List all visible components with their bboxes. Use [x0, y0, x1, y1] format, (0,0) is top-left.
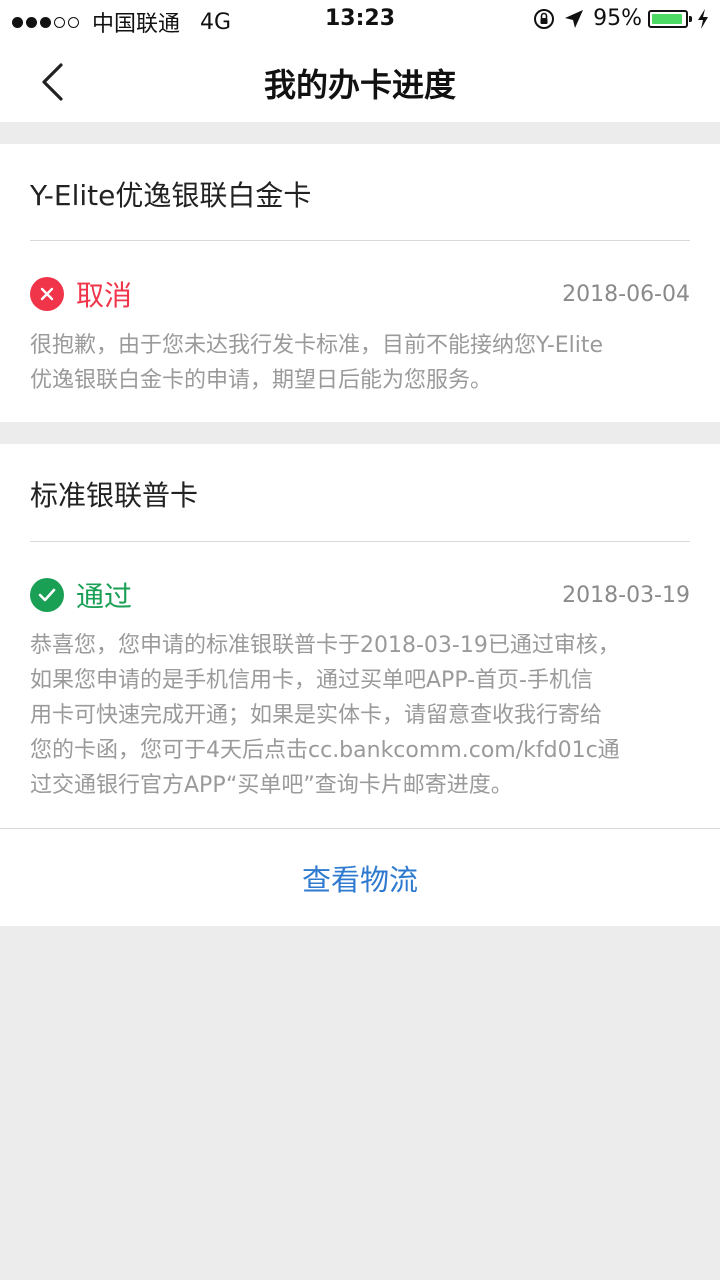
status-label: 取消: [76, 279, 133, 312]
status-bar: 中国联通 4G 13:23 95%: [0, 0, 720, 40]
orientation-lock-icon: [534, 8, 555, 29]
divider: [30, 541, 690, 542]
battery-fill: [652, 13, 683, 24]
charging-bolt-icon: [698, 8, 708, 29]
battery-percent: 95%: [593, 6, 642, 31]
card-name: Y-Elite优逸银联白金卡: [30, 179, 312, 212]
location-arrow-icon: [565, 9, 584, 28]
status-label: 通过: [76, 580, 133, 613]
description-line: 很抱歉，由于您未达我行发卡标准，目前不能接纳您Y-Elite: [30, 333, 604, 358]
description-line: 用卡可快速完成开通；如果是实体卡，请留意查收我行寄给: [30, 703, 603, 728]
description-line: 过交通银行官方APP“买单吧”查询卡片邮寄进度。: [30, 773, 513, 798]
status-bar-right: 95%: [525, 6, 710, 31]
battery-icon: [648, 9, 692, 28]
navigation-bar: 我的办卡进度: [0, 40, 720, 122]
check-circle-icon: [30, 578, 64, 612]
application-card-platinum: Y-Elite优逸银联白金卡 取消 2018-06-04 很抱歉，由于您未达我行…: [0, 144, 720, 422]
close-circle-icon: [30, 277, 64, 311]
page-title: 我的办卡进度: [263, 66, 456, 104]
card-name: 标准银联普卡: [30, 479, 199, 512]
status-description: 恭喜您，您申请的标准银联普卡于2018-03-19已通过审核， 如果您申请的是手…: [30, 628, 690, 803]
description-line: 恭喜您，您申请的标准银联普卡于2018-03-19已通过审核，: [30, 633, 620, 658]
description-line: 如果您申请的是手机信用卡，通过买单吧APP-首页-手机信: [30, 668, 593, 693]
description-line: 优逸银联白金卡的申请，期望日后能为您服务。: [30, 368, 493, 393]
divider: [30, 240, 690, 241]
status-row: 通过 2018-03-19: [30, 575, 690, 615]
description-line: 您的卡函，您可于4天后点击cc.bankcomm.com/kfd01c通: [30, 738, 620, 763]
view-logistics-button[interactable]: 查看物流: [0, 829, 720, 926]
status-row: 取消 2018-06-04: [30, 274, 690, 314]
status-description: 很抱歉，由于您未达我行发卡标准，目前不能接纳您Y-Elite 优逸银联白金卡的申…: [30, 328, 690, 398]
status-date: 2018-06-04: [562, 281, 690, 307]
application-card-standard: 标准银联普卡 通过 2018-03-19 恭喜您，您申请的标准银联普卡于2018…: [0, 444, 720, 926]
status-date: 2018-03-19: [562, 582, 690, 608]
